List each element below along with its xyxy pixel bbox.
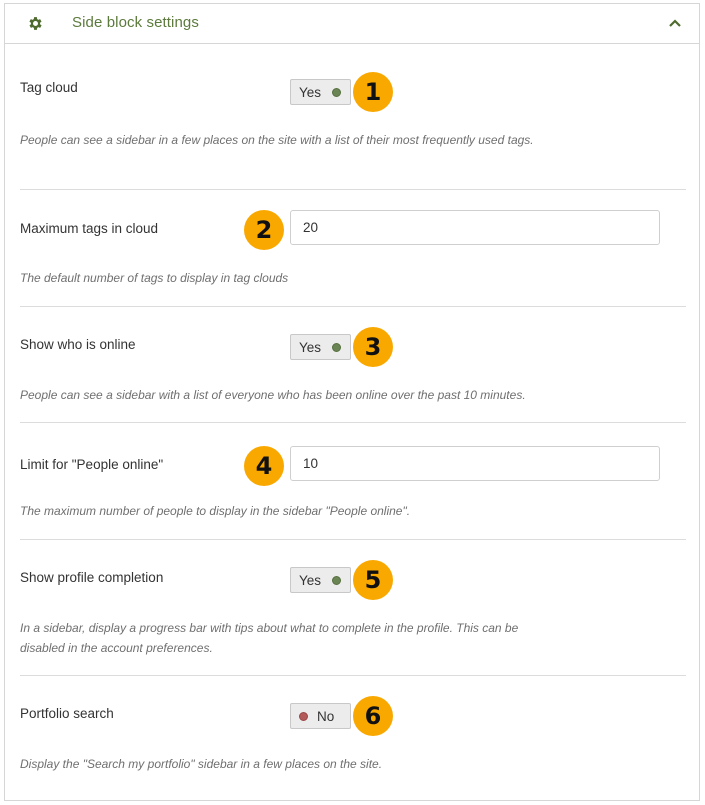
off-indicator-icon bbox=[299, 711, 308, 721]
setting-description: The default number of tags to display in… bbox=[20, 271, 289, 285]
max-tags-input[interactable] bbox=[290, 210, 660, 245]
portfolio-search-toggle[interactable]: No bbox=[290, 703, 351, 729]
toggle-label: Yes bbox=[299, 84, 322, 100]
toggle-label: Yes bbox=[299, 572, 322, 588]
setting-row-tag-cloud: Tag cloud Yes 1 People can see a sidebar… bbox=[20, 44, 686, 190]
setting-row-people-online-limit: Limit for "People online" 4 The maximum … bbox=[20, 423, 686, 540]
on-indicator-icon bbox=[332, 575, 342, 585]
setting-row-portfolio-search: Portfolio search No 6 Display the "Searc… bbox=[20, 676, 686, 800]
toggle-label: No bbox=[317, 708, 335, 724]
gear-icon bbox=[29, 17, 42, 30]
setting-label: Show who is online bbox=[20, 337, 136, 352]
toggle-label: Yes bbox=[299, 339, 322, 355]
panel-title: Side block settings bbox=[72, 14, 199, 31]
callout-badge: 5 bbox=[353, 560, 393, 600]
on-indicator-icon bbox=[332, 87, 342, 97]
on-indicator-icon bbox=[332, 342, 342, 352]
setting-description: In a sidebar, display a progress bar wit… bbox=[20, 621, 519, 655]
setting-label: Tag cloud bbox=[20, 80, 78, 95]
setting-row-show-online: Show who is online Yes 3 People can see … bbox=[20, 307, 686, 423]
people-online-limit-input[interactable] bbox=[290, 446, 660, 481]
setting-label: Limit for "People online" bbox=[20, 457, 164, 472]
setting-description: Display the "Search my portfolio" sideba… bbox=[20, 757, 383, 771]
callout-badge: 3 bbox=[353, 327, 393, 367]
callout-badge: 6 bbox=[353, 696, 393, 736]
tag-cloud-toggle[interactable]: Yes bbox=[290, 79, 351, 105]
callout-badge: 2 bbox=[244, 210, 284, 250]
callout-badge: 4 bbox=[244, 446, 284, 486]
chevron-up-icon[interactable] bbox=[668, 18, 682, 28]
setting-description: The maximum number of people to display … bbox=[20, 504, 411, 518]
panel-header[interactable]: Side block settings bbox=[5, 4, 699, 44]
callout-badge: 1 bbox=[353, 72, 393, 112]
profile-completion-toggle[interactable]: Yes bbox=[290, 567, 351, 593]
setting-label: Show profile completion bbox=[20, 570, 164, 585]
show-online-toggle[interactable]: Yes bbox=[290, 334, 351, 360]
setting-description: People can see a sidebar in a few places… bbox=[20, 133, 534, 147]
setting-label: Portfolio search bbox=[20, 706, 114, 721]
setting-label: Maximum tags in cloud bbox=[20, 221, 159, 236]
setting-row-profile-completion: Show profile completion Yes 5 In a sideb… bbox=[20, 540, 686, 676]
side-block-settings-panel: Side block settings Tag cloud Yes 1 Peop… bbox=[4, 3, 700, 801]
setting-description: People can see a sidebar with a list of … bbox=[20, 388, 526, 402]
setting-row-max-tags: Maximum tags in cloud 2 The default numb… bbox=[20, 190, 686, 307]
